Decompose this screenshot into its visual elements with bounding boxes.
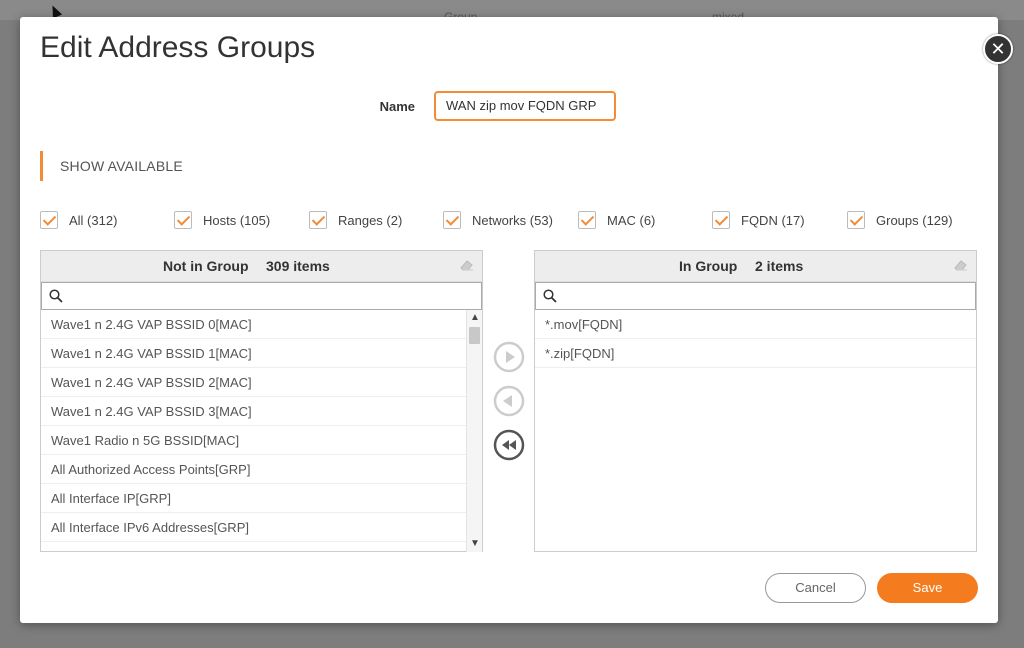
play-left-icon [493, 385, 525, 417]
filter-networks[interactable]: Networks (53) [443, 209, 553, 231]
not-in-group-panel: Not in Group 309 items Wave1 n 2.4G VAP … [40, 250, 483, 552]
move-left-button[interactable] [493, 385, 525, 417]
name-label: Name [379, 99, 415, 114]
checkbox-checked-icon[interactable] [40, 211, 58, 229]
clear-eraser-icon[interactable] [954, 259, 968, 271]
not-in-group-list: Wave1 n 2.4G VAP BSSID 0[MAC] Wave1 n 2.… [41, 310, 482, 552]
checkbox-checked-icon[interactable] [578, 211, 596, 229]
list-item[interactable]: *.zip[FQDN] [535, 339, 976, 368]
in-group-title: In Group [679, 258, 738, 274]
move-all-left-button[interactable] [493, 429, 525, 461]
not-in-group-header: Not in Group 309 items [41, 251, 482, 282]
name-input[interactable]: WAN zip mov FQDN GRP [434, 91, 616, 121]
search-icon [49, 289, 63, 303]
list-item[interactable]: Wave1 n 2.4G VAP BSSID 0[MAC] [41, 310, 482, 339]
checkbox-checked-icon[interactable] [174, 211, 192, 229]
not-in-group-count: 309 items [266, 258, 330, 274]
checkbox-checked-icon[interactable] [847, 211, 865, 229]
filter-all[interactable]: All (312) [40, 209, 117, 231]
not-in-group-search [41, 282, 482, 310]
not-in-group-search-input[interactable] [70, 285, 454, 309]
list-item[interactable]: Wave1 n 2.4G VAP BSSID 3[MAC] [41, 397, 482, 426]
move-right-button[interactable] [493, 341, 525, 373]
in-group-panel: In Group 2 items *.mov[FQDN] *.zip[FQDN] [534, 250, 977, 552]
play-right-icon [493, 341, 525, 373]
close-button[interactable]: ✕ [983, 34, 1013, 64]
search-icon [543, 289, 557, 303]
filter-label: Groups (129) [876, 212, 953, 228]
filter-mac[interactable]: MAC (6) [578, 209, 655, 231]
filter-ranges[interactable]: Ranges (2) [309, 209, 402, 231]
edit-address-groups-dialog: Edit Address Groups Name WAN zip mov FQD… [20, 17, 998, 623]
list-scrollbar[interactable]: ▲ ▼ [466, 310, 482, 552]
list-item[interactable]: All Authorized Access Points[GRP] [41, 455, 482, 484]
list-item[interactable]: Wave1 n 2.4G VAP BSSID 2[MAC] [41, 368, 482, 397]
filter-label: MAC (6) [607, 212, 656, 228]
close-icon: ✕ [990, 39, 1006, 59]
scrollbar-thumb[interactable] [469, 327, 480, 344]
dialog-title: Edit Address Groups [40, 31, 316, 64]
filter-label: Ranges (2) [338, 212, 403, 228]
scroll-down-chevron-icon[interactable]: ▼ [467, 536, 482, 552]
checkbox-checked-icon[interactable] [712, 211, 730, 229]
not-in-group-title: Not in Group [163, 258, 249, 274]
filter-label: All (312) [69, 212, 118, 228]
clear-eraser-icon[interactable] [460, 259, 474, 271]
list-item[interactable]: All Interface IPv6 Addresses[GRP] [41, 513, 482, 542]
list-item[interactable]: Wave1 n 2.4G VAP BSSID 1[MAC] [41, 339, 482, 368]
filter-label: Hosts (105) [203, 212, 271, 228]
save-button[interactable]: Save [877, 573, 978, 603]
in-group-count: 2 items [755, 258, 804, 274]
show-available-toggle[interactable]: SHOW AVAILABLE [40, 151, 183, 181]
checkbox-checked-icon[interactable] [443, 211, 461, 229]
in-group-search [535, 282, 976, 310]
filter-label: FQDN (17) [741, 212, 805, 228]
in-group-list: *.mov[FQDN] *.zip[FQDN] [535, 310, 976, 552]
list-item[interactable]: *.mov[FQDN] [535, 310, 976, 339]
scroll-up-chevron-icon[interactable]: ▲ [467, 310, 482, 326]
list-item[interactable]: All Interface IP[GRP] [41, 484, 482, 513]
filter-groups[interactable]: Groups (129) [847, 209, 953, 231]
in-group-header: In Group 2 items [535, 251, 976, 282]
cancel-button[interactable]: Cancel [765, 573, 866, 603]
rewind-icon [493, 429, 525, 461]
filter-hosts[interactable]: Hosts (105) [174, 209, 270, 231]
in-group-search-input[interactable] [564, 285, 948, 309]
filter-label: Networks (53) [472, 212, 553, 228]
checkbox-checked-icon[interactable] [309, 211, 327, 229]
filter-fqdn[interactable]: FQDN (17) [712, 209, 805, 231]
list-item[interactable]: Wave1 Radio n 5G BSSID[MAC] [41, 426, 482, 455]
filter-checkbox-row: All (312) Hosts (105) Ranges (2) Network… [40, 209, 980, 231]
